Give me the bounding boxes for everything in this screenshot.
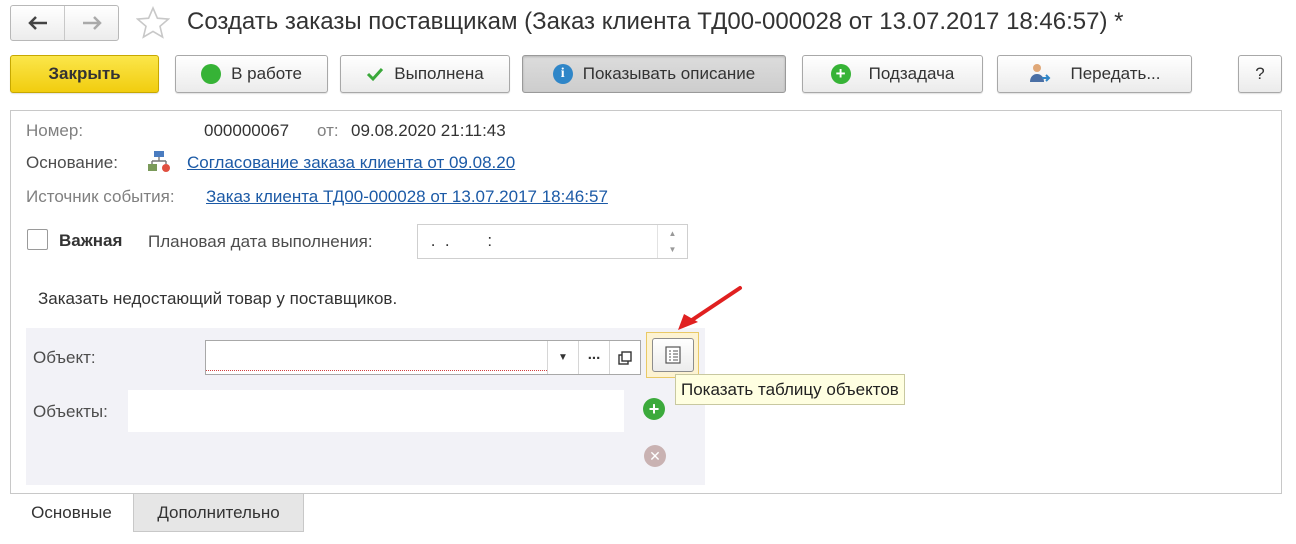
source-link[interactable]: Заказ клиента ТД00-000028 от 13.07.2017 … — [206, 187, 608, 207]
forward-button[interactable] — [64, 6, 118, 40]
remove-object-icon[interactable]: ✕ — [644, 445, 666, 467]
arrow-right-icon — [82, 16, 102, 30]
objects-label: Объекты: — [33, 402, 108, 421]
objects-list[interactable] — [128, 390, 624, 432]
triangle-down-icon: ▼ — [558, 352, 568, 363]
done-button[interactable]: Выполнена — [340, 55, 510, 93]
transfer-button-label: Передать... — [1070, 64, 1161, 83]
object-input[interactable]: ▼ ... — [205, 340, 641, 375]
number-value: 000000067 — [204, 121, 290, 140]
help-button-label: ? — [1255, 64, 1265, 83]
help-button[interactable]: ? — [1238, 55, 1282, 93]
arrow-left-icon — [27, 16, 47, 30]
plus-circle-icon: + — [830, 64, 851, 84]
show-objects-table-button[interactable] — [652, 338, 694, 372]
open-window-icon — [618, 350, 632, 365]
open-button[interactable] — [609, 341, 640, 374]
tab-main[interactable]: Основные — [10, 494, 133, 532]
spinner-up-icon[interactable]: ▲ — [658, 225, 687, 242]
checkmark-icon — [367, 67, 384, 82]
table-list-icon — [665, 346, 681, 364]
window-title: Создать заказы поставщикам (Заказ клиент… — [187, 8, 1124, 35]
transfer-user-icon — [1030, 64, 1051, 82]
spinner-down-icon[interactable]: ▼ — [658, 242, 687, 259]
red-arrow-annotation — [678, 286, 742, 330]
important-checkbox[interactable] — [27, 229, 48, 250]
close-button[interactable]: Закрыть — [10, 55, 159, 93]
important-label: Важная — [59, 231, 123, 250]
add-object-icon[interactable]: + — [643, 398, 665, 420]
show-description-button[interactable]: i Показывать описание — [522, 55, 786, 93]
tooltip: Показать таблицу объектов — [675, 374, 905, 405]
date-value: 09.08.2020 21:11:43 — [351, 121, 506, 140]
source-label: Источник события: — [26, 187, 175, 206]
nav-buttons — [10, 5, 119, 41]
in-work-button-label: В работе — [231, 64, 302, 83]
subtask-button-label: Подзадача — [868, 64, 955, 83]
subtask-button[interactable]: + Подзадача — [802, 55, 983, 93]
done-button-label: Выполнена — [394, 64, 484, 83]
show-description-button-label: Показывать описание — [582, 64, 756, 83]
in-work-button[interactable]: В работе — [175, 55, 328, 93]
close-button-label: Закрыть — [48, 64, 121, 83]
info-icon: i — [552, 64, 573, 84]
transfer-button[interactable]: Передать... — [997, 55, 1192, 93]
dropdown-button[interactable]: ▼ — [547, 341, 578, 374]
favorite-star-button[interactable] — [135, 5, 171, 41]
green-dot-icon — [201, 64, 222, 84]
planned-date-mask: . . : — [426, 231, 493, 250]
planned-date-label: Плановая дата выполнения: — [148, 232, 373, 251]
select-button[interactable]: ... — [578, 341, 609, 374]
star-icon — [136, 6, 170, 39]
tab-additional[interactable]: Дополнительно — [133, 494, 304, 532]
object-input-text[interactable] — [206, 341, 547, 371]
process-flow-icon — [147, 150, 171, 174]
task-description: Заказать недостающий товар у поставщиков… — [38, 289, 398, 308]
basis-label: Основание: — [26, 153, 118, 172]
planned-date-input[interactable]: . . : ▲ ▼ — [417, 224, 688, 259]
tab-main-label: Основные — [31, 503, 112, 522]
tab-additional-label: Дополнительно — [157, 502, 280, 522]
date-label: от: — [317, 121, 339, 140]
date-spinner[interactable]: ▲ ▼ — [657, 225, 687, 258]
object-label: Объект: — [33, 348, 96, 367]
back-button[interactable] — [11, 6, 64, 40]
select-button-label: ... — [587, 346, 601, 363]
basis-link[interactable]: Согласование заказа клиента от 09.08.20 — [187, 153, 515, 173]
show-objects-table-button-frame — [646, 332, 699, 378]
number-label: Номер: — [26, 121, 84, 140]
